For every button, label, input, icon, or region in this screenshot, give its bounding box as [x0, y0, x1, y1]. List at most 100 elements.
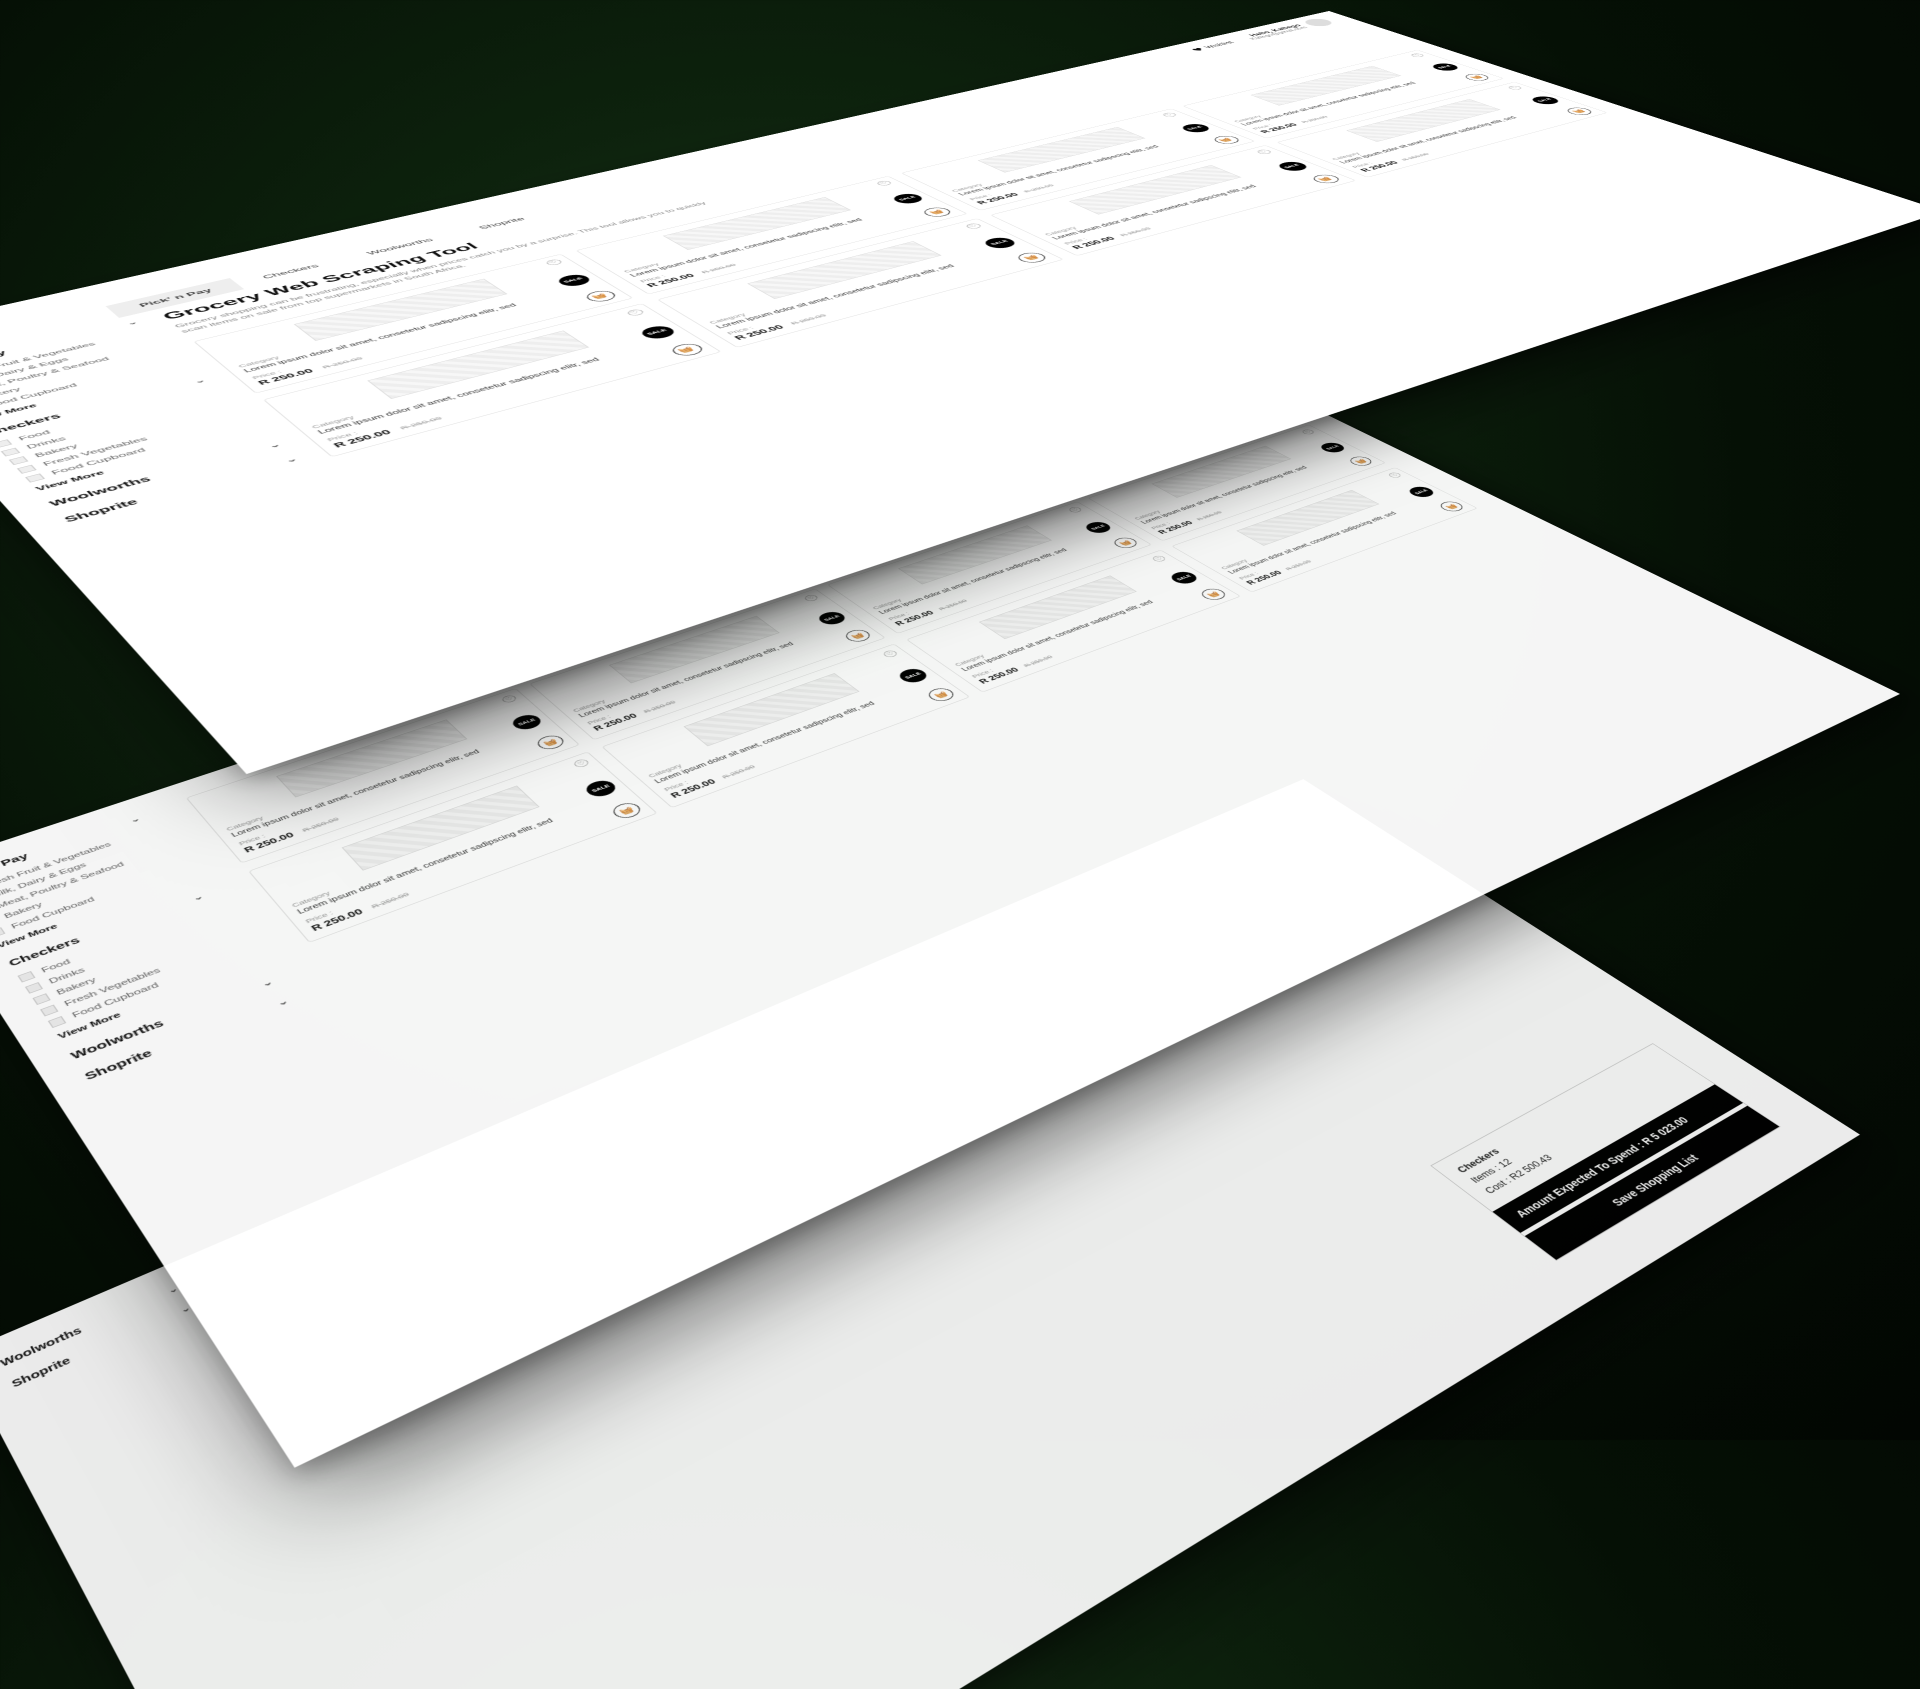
price-label: Price :: [1350, 106, 1583, 168]
chevron-down-icon: ⌄: [274, 996, 290, 1007]
add-to-basket-button[interactable]: 🧺: [1461, 72, 1493, 81]
favorite-icon[interactable]: ♡: [544, 258, 564, 265]
price-label: Price :: [968, 134, 1231, 201]
product-category-label: Category: [950, 127, 1212, 192]
chevron-down-icon: ⌄: [282, 455, 299, 463]
favorite-icon[interactable]: ♡: [1151, 554, 1168, 562]
sale-badge: SALE: [1317, 441, 1349, 454]
sale-badge: SALE: [895, 666, 931, 684]
checkbox-icon[interactable]: [25, 473, 45, 482]
product-old-price: R 250.00: [1284, 559, 1313, 571]
add-to-basket-button[interactable]: 🧺: [919, 206, 955, 218]
price-label: Price :: [662, 685, 946, 792]
price-label: Price :: [970, 586, 1218, 678]
add-to-basket-button[interactable]: 🧺: [533, 733, 568, 752]
price-label: Price :: [1062, 173, 1330, 245]
product-card[interactable]: ♡SALECategoryLorem ipsum dolor sit amet,…: [1182, 50, 1504, 139]
product-category-label: Category: [953, 576, 1200, 667]
product-card[interactable]: ♡ SALECategoryLorem ipsum dolor sit amet,…: [901, 108, 1255, 210]
product-old-price: R 250.00: [1022, 654, 1054, 668]
favorite-icon[interactable]: ♡: [1300, 428, 1316, 434]
favorite-icon[interactable]: ♡: [881, 649, 899, 658]
summary-cost: Cost : R2 500.43: [1480, 1075, 1694, 1198]
favorite-icon[interactable]: ♡: [1387, 471, 1403, 478]
product-price: R 250.00: [591, 712, 639, 732]
chevron-down-icon: ⌄: [191, 377, 207, 384]
sale-badge: SALE: [889, 192, 927, 205]
add-to-basket-button[interactable]: 🧺: [1436, 499, 1467, 512]
add-to-basket-button[interactable]: 🧺: [1110, 535, 1141, 549]
sale-badge: SALE: [1527, 95, 1563, 106]
product-price: R 250.00: [893, 609, 936, 626]
user-greeting: Hello, Katlego: [1241, 23, 1303, 38]
favorite-icon[interactable]: ♡: [1067, 506, 1083, 513]
add-to-basket-button[interactable]: 🧺: [1562, 106, 1596, 116]
favorite-icon[interactable]: ♡: [624, 308, 645, 316]
product-thumbnail: [683, 673, 859, 746]
checkbox-icon[interactable]: [48, 1016, 66, 1028]
product-card[interactable]: ♡SALECategoryLorem ipsum dolor sit amet,…: [990, 145, 1356, 256]
summary-item-count: Items : 12: [1466, 1065, 1680, 1187]
favorite-icon[interactable]: ♡: [500, 694, 518, 703]
price-label: Price :: [1237, 499, 1455, 580]
favorite-icon[interactable]: ♡: [1160, 112, 1178, 117]
product-category-label: Category: [647, 673, 930, 778]
product-card[interactable]: ♡SALECategoryLorem ipsum dolor sit amet,…: [1276, 82, 1608, 178]
product-price: R 250.00: [1244, 569, 1284, 585]
product-old-price: R 250.00: [937, 598, 969, 611]
product-card[interactable]: ♡SALECategoryLorem ipsum dolor sit amet,…: [601, 643, 970, 807]
favorite-icon[interactable]: ♡: [1506, 85, 1524, 90]
wishlist-link[interactable]: Wishlist: [1190, 40, 1236, 51]
product-category-label: Category: [1330, 99, 1562, 160]
product-price: R 250.00: [1156, 520, 1195, 535]
heart-icon: [1190, 47, 1207, 52]
wireframe-screen-main: Logo Wishlist Hello, Katlego Katlego@gma…: [0, 11, 1920, 774]
product-old-price: R 250.00: [1400, 152, 1431, 161]
product-thumbnail: [1346, 99, 1501, 142]
favorite-icon[interactable]: ♡: [572, 758, 591, 768]
product-card[interactable]: ♡SALECategoryLorem ipsum dolor sit amet,…: [1171, 467, 1478, 592]
product-description: Lorem ipsum dolor sit amet, consetetur s…: [960, 580, 1209, 673]
product-old-price: R 250.00: [1299, 115, 1329, 123]
checkbox-icon[interactable]: [0, 927, 5, 938]
product-price: R 250.00: [1258, 122, 1300, 134]
add-to-basket-button[interactable]: 🧺: [1308, 173, 1344, 185]
cart-summary-panel: Checkers Items : 12 Cost : R2 500.43 Amo…: [1430, 1043, 1781, 1261]
add-to-basket-button[interactable]: 🧺: [924, 686, 958, 704]
product-description: Lorem ipsum dolor sit amet, consetetur s…: [957, 130, 1221, 197]
product-category-label: Category: [1219, 490, 1436, 570]
product-card[interactable]: ♡SALECategoryLorem ipsum dolor sit amet,…: [906, 549, 1241, 692]
product-thumbnail: [979, 575, 1137, 639]
product-description: Lorem ipsum dolor sit amet, consetetur s…: [1226, 494, 1445, 575]
favorite-icon[interactable]: ♡: [1409, 53, 1426, 58]
add-to-basket-button[interactable]: 🧺: [1346, 455, 1376, 468]
product-thumbnail: [1069, 165, 1242, 215]
favorite-icon[interactable]: ♡: [1254, 149, 1273, 155]
product-old-price: R 250.00: [642, 699, 677, 714]
favorite-icon[interactable]: ♡: [803, 594, 820, 602]
sale-badge: SALE: [1405, 485, 1438, 499]
chevron-down-icon: ⌄: [128, 814, 142, 823]
add-to-basket-button[interactable]: 🧺: [1197, 586, 1230, 601]
sale-badge: SALE: [1177, 122, 1213, 133]
product-category-label: Category: [1043, 165, 1310, 236]
favorite-icon[interactable]: ♡: [875, 180, 894, 186]
product-description: Lorem ipsum dolor sit amet, consetetur s…: [1050, 168, 1319, 240]
user-menu[interactable]: Hello, Katlego Katlego@gmail.com: [1240, 17, 1337, 41]
sale-badge: SALE: [1082, 520, 1115, 535]
summary-total: Amount Expected To Spend : R 5 023.00: [1493, 1085, 1744, 1234]
summary-store-name: Checkers: [1452, 1056, 1665, 1177]
chevron-down-icon: ⌄: [266, 441, 283, 449]
product-old-price: R 250.00: [1195, 510, 1224, 521]
product-old-price: R 250.00: [1022, 183, 1056, 193]
save-shopping-list-button[interactable]: Save Shopping List: [1525, 1106, 1780, 1260]
add-to-basket-button[interactable]: 🧺: [1209, 134, 1243, 145]
user-email: Katlego@gmail.com: [1249, 26, 1310, 41]
favorite-icon[interactable]: ♡: [964, 222, 984, 229]
sidebar-mini: Woolworths ⌄ Shoprite ⌄: [0, 1283, 199, 1401]
avatar: [1300, 17, 1337, 27]
wishlist-label: Wishlist: [1202, 40, 1236, 49]
price-label: Price :: [1251, 72, 1481, 130]
add-to-basket-button[interactable]: 🧺: [841, 627, 874, 643]
product-thumbnail: [1250, 66, 1401, 106]
